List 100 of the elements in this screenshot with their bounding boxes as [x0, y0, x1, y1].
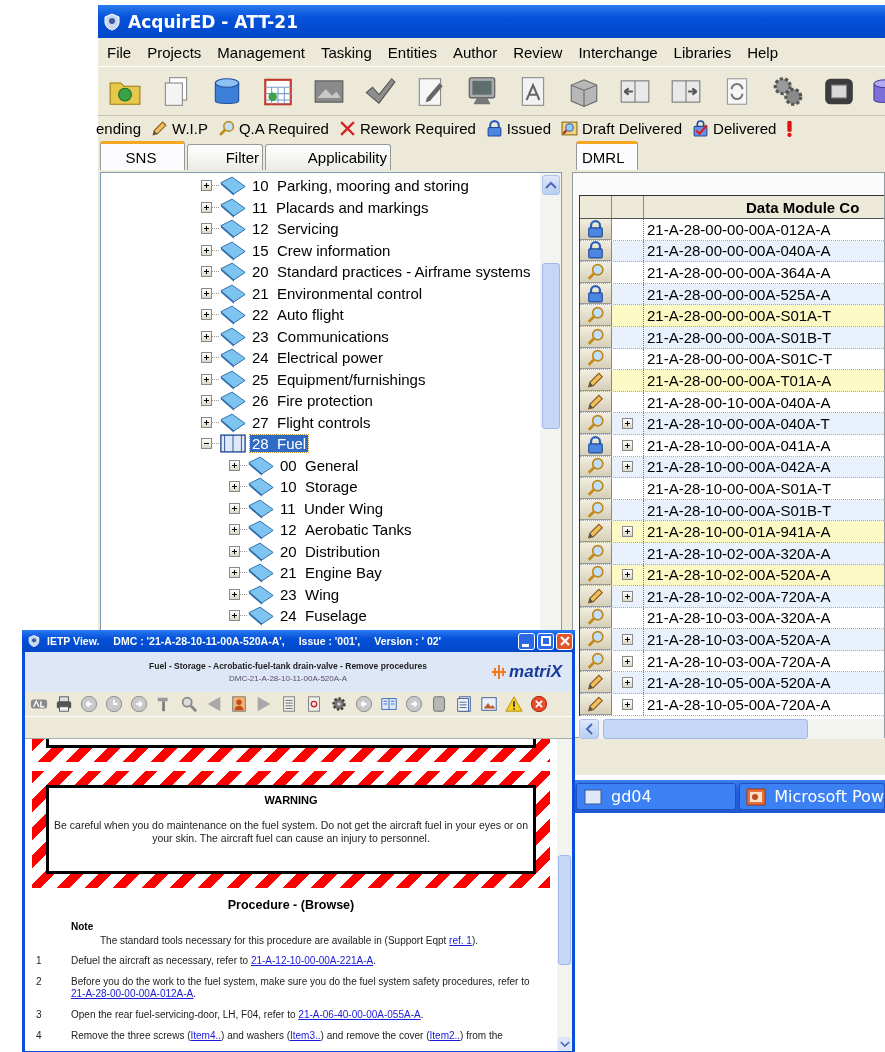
link[interactable]: Item3.. — [290, 1030, 321, 1042]
forward-icon[interactable] — [130, 695, 148, 713]
expand-toggle[interactable] — [229, 545, 240, 557]
expand-toggle[interactable] — [622, 569, 633, 581]
tree-item-label[interactable]: 21 Environmental control — [250, 284, 425, 302]
expand-toggle[interactable] — [201, 309, 212, 321]
printer-icon[interactable] — [55, 695, 73, 713]
image-icon[interactable] — [480, 695, 498, 713]
tree-item-label[interactable]: 12 Aerobatic Tanks — [278, 521, 414, 539]
expand-toggle[interactable] — [622, 590, 633, 602]
vertical-scrollbar[interactable] — [540, 173, 561, 631]
expand-toggle[interactable] — [622, 418, 633, 430]
expand-toggle[interactable] — [201, 180, 212, 192]
menu-item[interactable]: File — [99, 43, 140, 61]
tree-item-label[interactable]: 00 General — [278, 456, 361, 474]
expand-toggle[interactable] — [201, 330, 212, 342]
expand-toggle[interactable] — [201, 438, 212, 450]
menu-item[interactable]: Author — [445, 43, 506, 61]
scroll-down-button[interactable] — [558, 1037, 571, 1051]
tab[interactable]: Filter — [187, 144, 263, 170]
scrollbar-thumb[interactable] — [558, 855, 571, 965]
tree-item-label[interactable]: 21 Engine Bay — [278, 564, 384, 582]
tab[interactable]: Applicability — [265, 144, 391, 170]
minimize-button[interactable] — [518, 632, 535, 650]
tree-item-label[interactable]: 20 Standard practices - Airframe systems — [250, 263, 533, 281]
expand-toggle[interactable] — [201, 266, 212, 278]
tree-item-label[interactable]: 15 Crew information — [250, 241, 393, 259]
taskbar-button[interactable]: Microsoft Pow — [739, 783, 885, 810]
menu-item[interactable]: Projects — [139, 43, 210, 61]
expand-toggle[interactable] — [201, 373, 212, 385]
pages-icon[interactable] — [455, 695, 473, 713]
scrollbar-thumb[interactable] — [603, 718, 808, 739]
expand-toggle[interactable] — [229, 610, 240, 622]
expand-toggle[interactable] — [229, 524, 240, 536]
expand-toggle[interactable] — [622, 634, 633, 646]
menu-item[interactable]: Entities — [379, 43, 445, 61]
maximize-button[interactable] — [537, 632, 554, 650]
scrollbar-thumb[interactable] — [541, 263, 560, 429]
horizontal-scrollbar[interactable] — [579, 718, 884, 739]
tree-item-label[interactable]: 23 Wing — [278, 585, 342, 603]
expand-toggle[interactable] — [622, 526, 633, 538]
menu-item[interactable]: Tasking — [312, 43, 380, 61]
document-icon[interactable] — [305, 695, 323, 713]
scroll-left-button[interactable] — [579, 718, 599, 739]
tree-item-label[interactable]: 28 Fuel — [250, 435, 309, 453]
menu-item[interactable]: Libraries — [665, 43, 740, 61]
tree-item-label[interactable]: 24 Electrical power — [250, 349, 385, 367]
back-icon[interactable] — [355, 695, 373, 713]
expand-toggle[interactable] — [229, 481, 240, 493]
tree-item-label[interactable]: 10 Parking, mooring and storing — [250, 177, 471, 195]
expand-toggle[interactable] — [201, 416, 212, 428]
expand-toggle[interactable] — [229, 502, 240, 514]
expand-toggle[interactable] — [229, 459, 240, 471]
binder-icon[interactable] — [430, 695, 448, 713]
expand-toggle[interactable] — [201, 244, 212, 256]
settings-icon[interactable] — [330, 695, 348, 713]
tree-item-label[interactable]: 27 Flight controls — [250, 413, 373, 431]
tree-item-label[interactable]: 23 Communications — [250, 327, 391, 345]
expand-toggle[interactable] — [201, 395, 212, 407]
tab[interactable]: DMRL — [576, 141, 638, 170]
expand-toggle[interactable] — [622, 677, 633, 689]
person-card-icon[interactable] — [230, 695, 248, 713]
tree-item-label[interactable]: 10 Storage — [278, 478, 360, 496]
link[interactable]: ref. 1 — [449, 935, 472, 947]
expand-toggle[interactable] — [622, 439, 633, 451]
link[interactable]: 21-A-06-40-00-00A-055A-A — [298, 1009, 421, 1021]
scroll-up-button[interactable] — [541, 175, 560, 195]
tree-item-label[interactable]: 12 Servicing — [250, 220, 341, 238]
back-icon[interactable] — [80, 695, 98, 713]
menu-item[interactable]: Help — [739, 43, 786, 61]
expand-toggle[interactable] — [201, 223, 212, 235]
expand-toggle[interactable] — [201, 287, 212, 299]
tree-item-label[interactable]: 11 Placards and markings — [250, 198, 431, 216]
expand-toggle[interactable] — [229, 567, 240, 579]
history-icon[interactable] — [105, 695, 123, 713]
tab[interactable]: SNS — [100, 141, 185, 170]
tree-item-label[interactable]: 25 Equipment/furnishings — [250, 370, 428, 388]
tree-item-label[interactable]: 20 Distribution — [278, 542, 383, 560]
menu-item[interactable]: Review — [505, 43, 571, 61]
expand-toggle[interactable] — [622, 461, 633, 473]
expand-toggle[interactable] — [201, 352, 212, 364]
search-icon[interactable] — [180, 695, 198, 713]
expand-toggle[interactable] — [622, 655, 633, 667]
vertical-scrollbar[interactable] — [557, 739, 572, 1051]
menu-item[interactable]: Interchange — [570, 43, 666, 61]
menu-item[interactable]: Management — [209, 43, 313, 61]
expand-toggle[interactable] — [229, 588, 240, 600]
tree-item-label[interactable]: 24 Fuselage — [278, 607, 369, 625]
book-icon[interactable] — [380, 695, 398, 713]
tree-item-label[interactable]: 26 Fire protection — [250, 392, 375, 410]
document-icon[interactable] — [280, 695, 298, 713]
close-icon[interactable] — [530, 695, 548, 713]
close-button[interactable] — [556, 632, 573, 650]
expand-toggle[interactable] — [201, 201, 212, 213]
tree-item-label[interactable]: 22 Auto flight — [250, 306, 346, 324]
warning-icon[interactable] — [505, 695, 523, 713]
forward-icon[interactable] — [405, 695, 423, 713]
tree-item-label[interactable]: 11 Under Wing — [278, 499, 386, 517]
taskbar-button[interactable]: gd04 — [576, 783, 737, 810]
expand-toggle[interactable] — [622, 698, 633, 710]
